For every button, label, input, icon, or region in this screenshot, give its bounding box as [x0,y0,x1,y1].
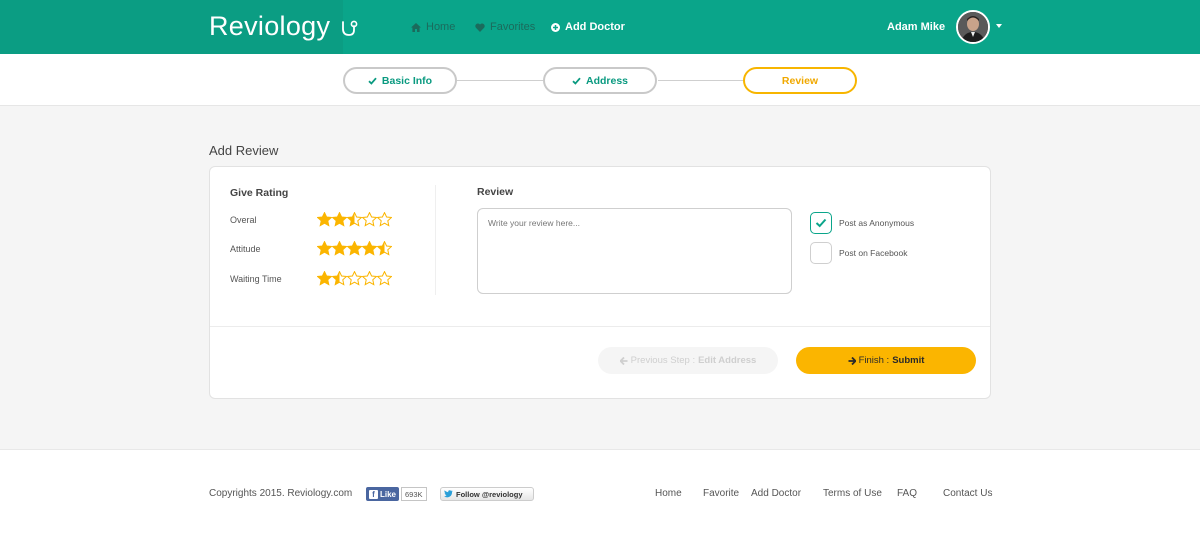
twitter-follow-button[interactable]: Follow @reviology [440,487,534,501]
user-menu-caret-icon[interactable] [996,24,1002,28]
footer-link-favorite[interactable]: Favorite [703,488,739,499]
star-empty-icon[interactable] [347,271,362,286]
rating-heading: Give Rating [230,187,289,199]
check-icon [815,218,827,228]
stepper-connector [457,80,544,81]
review-textarea[interactable]: Write your review here... [477,208,792,294]
star-empty-icon[interactable] [377,271,392,286]
star-full-icon[interactable] [317,271,332,286]
review-placeholder: Write your review here... [488,218,580,228]
previous-step-label: Edit Address [698,355,757,366]
check-icon [368,77,377,85]
step-basic-info[interactable]: Basic Info [343,67,457,94]
star-half-icon[interactable] [332,271,347,286]
nav-favorites-label: Favorites [490,21,536,33]
nav-home[interactable]: Home [411,21,455,33]
facebook-like-count: 693K [401,487,427,501]
top-header: Reviology Home Favorites Add Doctor Adam… [0,0,1200,54]
footer-link-contact[interactable]: Contact Us [943,488,992,499]
rating-stars[interactable] [317,241,392,256]
facebook-label: Post on Facebook [839,248,908,258]
arrow-right-icon [848,356,856,365]
star-empty-icon[interactable] [377,212,392,227]
star-full-icon[interactable] [317,241,332,256]
submit-button[interactable]: Finish : Submit [796,347,976,374]
page-title: Add Review [209,143,279,158]
star-full-icon[interactable] [332,241,347,256]
step-label: Review [781,74,819,87]
user-photo [958,12,988,42]
submit-label: Submit [892,355,925,366]
anonymous-checkbox[interactable] [810,212,832,234]
star-empty-icon[interactable] [362,271,377,286]
step-review[interactable]: Review [743,67,857,94]
star-full-icon[interactable] [332,212,347,227]
footer: Copyrights 2015. Reviology.com f Like 69… [0,449,1200,533]
footer-link-add-doctor[interactable]: Add Doctor [751,488,801,499]
submit-prefix: Finish : [858,355,890,366]
star-half-icon[interactable] [377,241,392,256]
review-heading: Review [477,186,514,198]
copyright: Copyrights 2015. Reviology.com [209,488,353,499]
footer-link-home[interactable]: Home [655,488,682,499]
avatar[interactable] [956,10,990,44]
star-full-icon[interactable] [347,241,362,256]
footer-link-terms[interactable]: Terms of Use [823,488,882,499]
plus-circle-icon [551,22,560,32]
facebook-like-button[interactable]: f Like [366,487,400,501]
twitter-bird-icon [444,490,453,498]
logo-text: Reviology [209,11,331,41]
facebook-checkbox[interactable] [810,242,832,264]
column-divider [435,185,436,295]
facebook-icon: f [369,489,378,499]
facebook-like-widget[interactable]: f Like 693K [366,487,427,501]
previous-step-button[interactable]: Previous Step : Edit Address [598,347,778,374]
nav-home-label: Home [426,21,456,33]
star-full-icon[interactable] [362,241,377,256]
arrow-left-icon [619,356,628,365]
nav-favorites[interactable]: Favorites [475,21,535,33]
step-label: Address [585,74,628,87]
step-address[interactable]: Address [543,67,657,94]
rating-label: Waiting Time [230,274,282,284]
rating-label: Attitude [230,244,261,254]
nav-add-doctor-label: Add Doctor [565,21,625,33]
footer-link-faq[interactable]: FAQ [897,488,917,499]
rating-label: Overal [230,215,257,225]
star-half-icon[interactable] [347,212,362,227]
logo[interactable]: Reviology [209,11,361,42]
step-label: Basic Info [381,74,433,87]
stepper-connector [658,80,744,81]
star-full-icon[interactable] [317,212,332,227]
rating-stars[interactable] [317,271,392,286]
twitter-follow-label: Follow @reviology [456,489,523,499]
anonymous-label: Post as Anonymous [839,218,915,228]
user-name[interactable]: Adam Mike [887,21,945,33]
facebook-like-label: Like [380,489,397,499]
previous-step-prefix: Previous Step : [630,355,696,366]
star-empty-icon[interactable] [362,212,377,227]
home-icon [411,22,421,32]
stethoscope-icon [342,20,358,36]
review-card: Give Rating Overal Attitude Waiting Time… [209,166,991,399]
check-icon [572,77,581,85]
card-divider [210,326,990,327]
rating-stars[interactable] [317,212,392,227]
nav-add-doctor[interactable]: Add Doctor [551,21,625,33]
heart-icon [475,23,485,32]
